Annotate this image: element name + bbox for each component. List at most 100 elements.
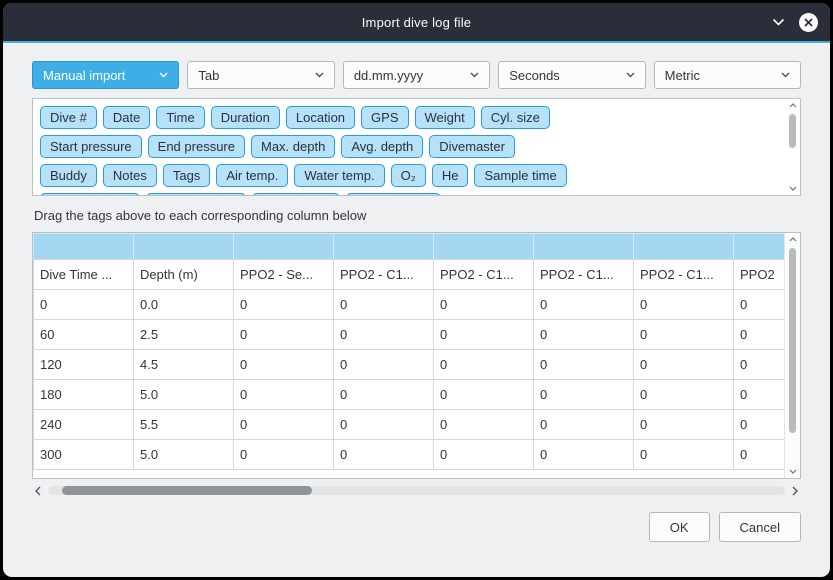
tag-row: Start pressure End pressure Max. depth A… <box>40 135 778 158</box>
import-options-row: Manual import Tab dd.mm.yyyy Seconds Met… <box>32 61 801 89</box>
table-cell: 0 <box>534 350 634 380</box>
tag-gps[interactable]: GPS <box>361 106 408 129</box>
table-cell: 5.0 <box>134 440 234 470</box>
tag-divemaster[interactable]: Divemaster <box>429 135 515 158</box>
column-drop-target[interactable] <box>134 234 234 260</box>
chevron-up-icon[interactable] <box>789 233 797 246</box>
table-cell: 0 <box>334 410 434 440</box>
column-drop-target[interactable] <box>434 234 534 260</box>
column-drop-target[interactable] <box>734 234 786 260</box>
tag-cyl-size[interactable]: Cyl. size <box>481 106 550 129</box>
tag-max-depth[interactable]: Max. depth <box>251 135 335 158</box>
close-icon[interactable] <box>799 13 818 32</box>
scrollbar-thumb[interactable] <box>789 248 796 433</box>
tag-air-temp[interactable]: Air temp. <box>216 164 288 187</box>
table-cell: 120 <box>34 350 134 380</box>
scrollbar-track[interactable] <box>785 246 800 465</box>
drop-target-row <box>34 234 786 260</box>
tag-notes[interactable]: Notes <box>103 164 157 187</box>
tag-row: Buddy Notes Tags Air temp. Water temp. O… <box>40 164 778 187</box>
tag-sample-cns[interactable]: Sample CNS <box>346 193 441 196</box>
table-clip: Dive Time ... Depth (m) PPO2 - Se... PPO… <box>33 233 785 478</box>
column-drop-target[interactable] <box>634 234 734 260</box>
table-cell: 0 <box>734 320 786 350</box>
import-mode-combo[interactable]: Manual import <box>32 61 179 89</box>
chevron-right-icon[interactable] <box>789 486 801 496</box>
table-cell: 0 <box>634 320 734 350</box>
column-drop-target[interactable] <box>34 234 134 260</box>
tag-weight[interactable]: Weight <box>415 106 475 129</box>
table-cell: 0 <box>434 440 534 470</box>
tag-duration[interactable]: Duration <box>211 106 280 129</box>
table-cell: 0 <box>434 380 534 410</box>
table-cell: 5.5 <box>134 410 234 440</box>
chevron-left-icon[interactable] <box>32 486 44 496</box>
table-cell: 0 <box>234 290 334 320</box>
tag-tags[interactable]: Tags <box>163 164 210 187</box>
column-drop-target[interactable] <box>234 234 334 260</box>
table-row: 120 4.5 0 0 0 0 0 0 <box>34 350 786 380</box>
table-cell: 0 <box>534 410 634 440</box>
tag-sample-temp[interactable]: Sample temp. <box>146 193 246 196</box>
chevron-down-icon <box>781 72 790 78</box>
table-cell: 0 <box>634 440 734 470</box>
chevron-up-icon[interactable] <box>789 99 797 112</box>
tag-sample-depth[interactable]: Sample depth <box>40 193 140 196</box>
chevron-down-icon[interactable] <box>789 182 797 195</box>
chevron-down-icon[interactable] <box>772 18 785 26</box>
table-row: 300 5.0 0 0 0 0 0 0 <box>34 440 786 470</box>
column-header: PPO2 - C1... <box>534 260 634 290</box>
table-cell: 240 <box>34 410 134 440</box>
separator-combo[interactable]: Tab <box>187 61 334 89</box>
table-cell: 0 <box>634 410 734 440</box>
column-header: Dive Time ... <box>34 260 134 290</box>
tag-avg-depth[interactable]: Avg. depth <box>341 135 423 158</box>
table-cell: 4.5 <box>134 350 234 380</box>
tag-location[interactable]: Location <box>286 106 355 129</box>
tag-date[interactable]: Date <box>103 106 150 129</box>
date-format-combo[interactable]: dd.mm.yyyy <box>343 61 490 89</box>
tag-buddy[interactable]: Buddy <box>40 164 97 187</box>
table-horizontal-scrollbar[interactable] <box>32 483 801 498</box>
table-cell: 0 <box>234 410 334 440</box>
table-row: 240 5.5 0 0 0 0 0 0 <box>34 410 786 440</box>
table-cell: 0 <box>334 290 434 320</box>
csv-preview-grid: Dive Time ... Depth (m) PPO2 - Se... PPO… <box>33 233 785 470</box>
table-cell: 0 <box>234 440 334 470</box>
tag-water-temp[interactable]: Water temp. <box>294 164 384 187</box>
tag-he[interactable]: He <box>432 164 469 187</box>
scrollbar-thumb[interactable] <box>789 114 796 148</box>
tag-area: Dive # Date Time Duration Location GPS W… <box>32 98 801 196</box>
scrollbar-track[interactable] <box>48 486 785 495</box>
table-vertical-scrollbar[interactable] <box>784 233 800 478</box>
scrollbar-track[interactable] <box>785 112 800 182</box>
tag-dive-number[interactable]: Dive # <box>40 106 97 129</box>
table-cell: 0 <box>534 320 634 350</box>
tag-o2[interactable]: O₂ <box>391 164 426 187</box>
table-cell: 0 <box>434 290 534 320</box>
titlebar[interactable]: Import dive log file <box>3 3 830 41</box>
column-drop-target[interactable] <box>534 234 634 260</box>
chevron-down-icon[interactable] <box>789 465 797 478</box>
window-title: Import dive log file <box>362 15 472 30</box>
chevron-down-icon <box>159 72 168 78</box>
tag-sample-po2[interactable]: Sample po₂ <box>252 193 339 196</box>
tag-row: Dive # Date Time Duration Location GPS W… <box>40 106 778 129</box>
table-cell: 180 <box>34 380 134 410</box>
tag-start-pressure[interactable]: Start pressure <box>40 135 142 158</box>
cancel-button[interactable]: Cancel <box>719 512 801 542</box>
tag-area-scrollbar[interactable] <box>785 99 800 195</box>
tag-sample-time[interactable]: Sample time <box>474 164 566 187</box>
time-format-combo[interactable]: Seconds <box>498 61 645 89</box>
ok-button[interactable]: OK <box>649 512 710 542</box>
table-cell: 0 <box>434 350 534 380</box>
units-combo[interactable]: Metric <box>654 61 801 89</box>
preview-table: Dive Time ... Depth (m) PPO2 - Se... PPO… <box>32 232 801 479</box>
table-cell: 0 <box>334 320 434 350</box>
tag-time[interactable]: Time <box>156 106 204 129</box>
table-cell: 0 <box>334 380 434 410</box>
scrollbar-thumb[interactable] <box>62 486 312 495</box>
tag-end-pressure[interactable]: End pressure <box>148 135 245 158</box>
table-cell: 0 <box>734 380 786 410</box>
column-drop-target[interactable] <box>334 234 434 260</box>
